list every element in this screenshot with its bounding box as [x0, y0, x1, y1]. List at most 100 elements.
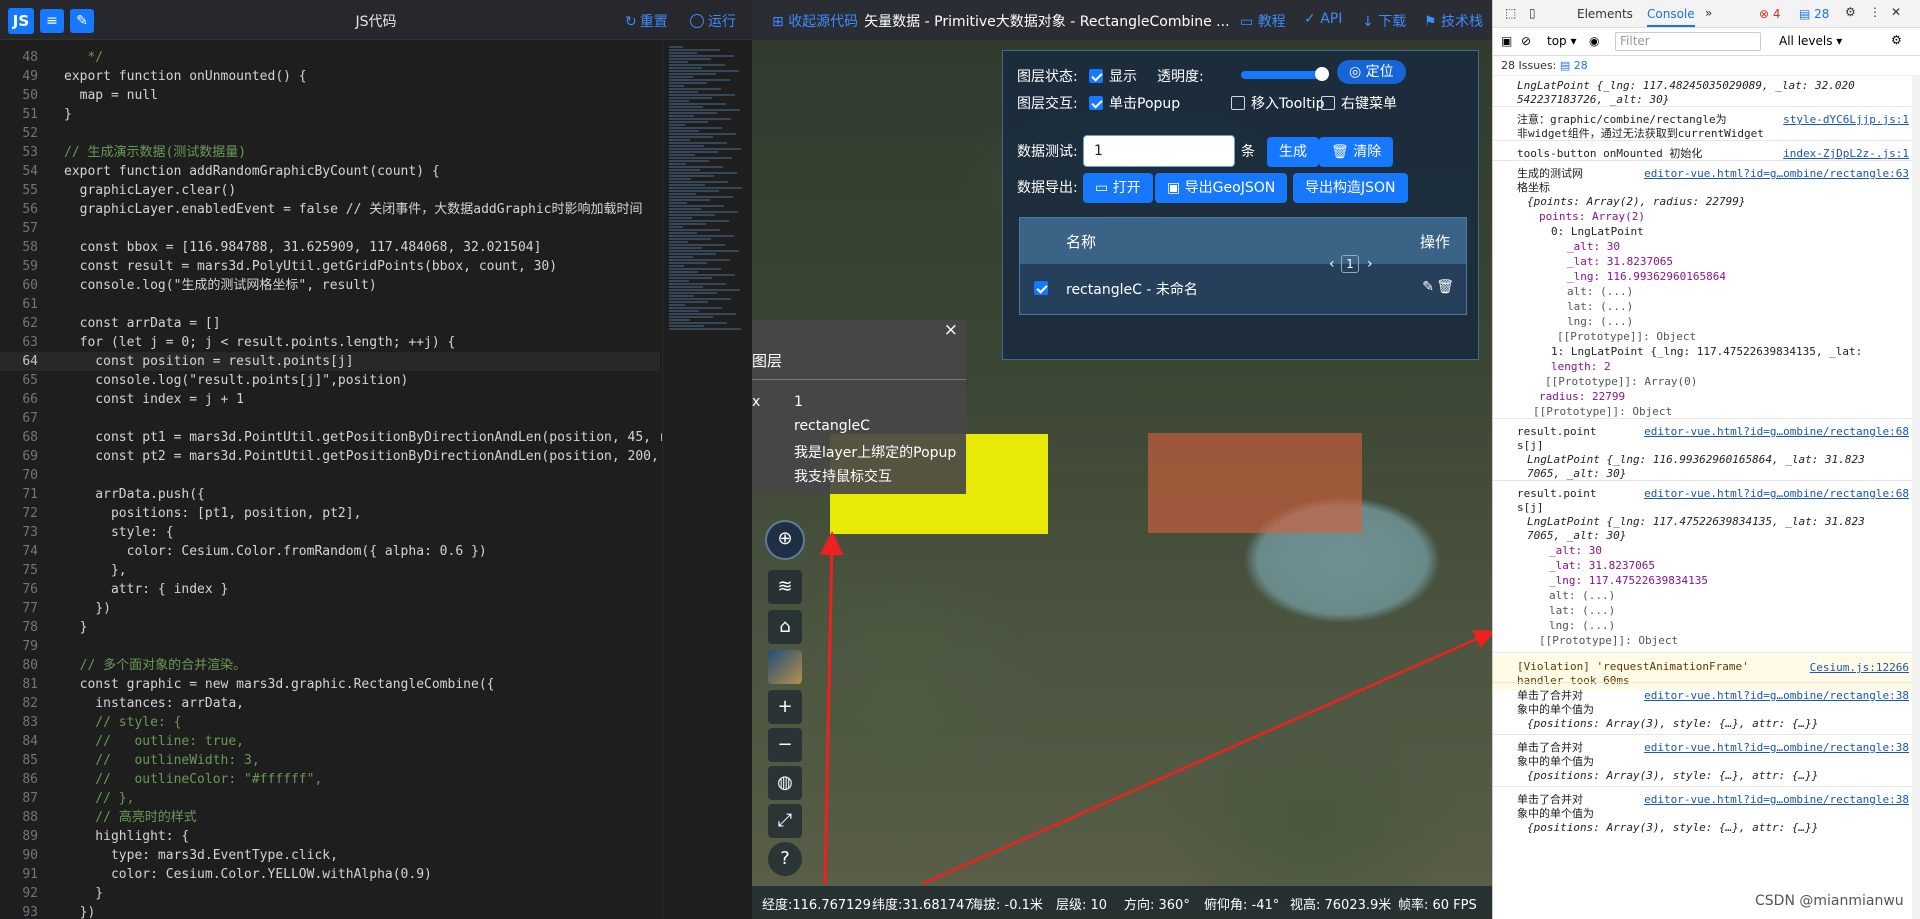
- console-source-link[interactable]: editor-vue.html?id=g…ombine/rectangle:68: [1644, 424, 1909, 439]
- run-button[interactable]: 运行: [690, 11, 736, 31]
- edit-icon[interactable]: ✎: [1422, 279, 1434, 295]
- code-line[interactable]: 93 }): [0, 903, 660, 919]
- code-line[interactable]: 55 graphicLayer.clear(): [0, 181, 660, 200]
- locate-button[interactable]: ◎ 定位: [1337, 60, 1406, 84]
- code-line[interactable]: 58 const bbox = [116.984788, 31.625909, …: [0, 238, 660, 257]
- opacity-slider[interactable]: [1241, 71, 1325, 79]
- console-output[interactable]: [Violation] 'requestAnimationFrame' hand…: [1493, 76, 1913, 919]
- next-page-icon[interactable]: ›: [1367, 256, 1373, 272]
- code-line[interactable]: 66 const index = j + 1: [0, 390, 660, 409]
- code-line[interactable]: 85 // outlineWidth: 3,: [0, 751, 660, 770]
- code-line[interactable]: 90 type: mars3d.EventType.click,: [0, 846, 660, 865]
- tutorial-link[interactable]: ▭ 教程: [1240, 11, 1286, 31]
- issues-bar[interactable]: 28 Issues: ▤ 28: [1493, 56, 1920, 76]
- code-line[interactable]: 92 }: [0, 884, 660, 903]
- open-button[interactable]: ▭ 打开: [1083, 173, 1153, 203]
- code-line[interactable]: 82 instances: arrData,: [0, 694, 660, 713]
- generate-button[interactable]: 生成: [1267, 137, 1319, 167]
- click-popup-checkbox[interactable]: 单击Popup: [1089, 91, 1180, 117]
- device-icon[interactable]: ▯: [1529, 6, 1536, 20]
- code-line[interactable]: 60 console.log("生成的测试网格坐标", result): [0, 276, 660, 295]
- right-menu-checkbox[interactable]: 右键菜单: [1321, 91, 1397, 117]
- compass-icon[interactable]: ⊕: [765, 520, 805, 560]
- context-select[interactable]: top ▾: [1547, 34, 1577, 48]
- code-line[interactable]: 87 // },: [0, 789, 660, 808]
- code-line[interactable]: 88 // 高亮时的样式: [0, 808, 660, 827]
- row-checkbox[interactable]: [1034, 281, 1048, 295]
- code-line[interactable]: 50 map = null: [0, 86, 660, 105]
- code-line[interactable]: 67: [0, 409, 660, 428]
- console-source-link[interactable]: Cesium.js:12266: [1810, 660, 1909, 675]
- code-line[interactable]: 91 color: Cesium.Color.YELLOW.withAlpha(…: [0, 865, 660, 884]
- inspect-icon[interactable]: ⬚: [1505, 6, 1516, 20]
- fullscreen-icon[interactable]: ⤢: [768, 804, 802, 838]
- close-icon[interactable]: ×: [944, 320, 958, 340]
- code-line[interactable]: 62 const arrData = []: [0, 314, 660, 333]
- tab-console[interactable]: Console: [1647, 7, 1695, 27]
- console-source-link[interactable]: editor-vue.html?id=g…ombine/rectangle:68: [1644, 486, 1909, 501]
- globe-icon[interactable]: ◍: [768, 766, 802, 800]
- download-link[interactable]: ↓ 下载: [1362, 11, 1406, 31]
- code-line[interactable]: 75 },: [0, 561, 660, 580]
- code-line[interactable]: 71 arrData.push({: [0, 485, 660, 504]
- console-source-link[interactable]: style-dYC6Ljjp.js:1: [1783, 112, 1909, 127]
- code-line[interactable]: 70: [0, 466, 660, 485]
- eye-icon[interactable]: ◉: [1589, 34, 1599, 48]
- layers-icon[interactable]: ≋: [768, 570, 802, 604]
- code-area[interactable]: 48 */ 49 export function onUnmounted() {50…: [0, 40, 674, 919]
- console-scrollbar[interactable]: [1912, 76, 1920, 919]
- help-icon[interactable]: ?: [768, 842, 802, 876]
- filter-input[interactable]: Filter: [1615, 32, 1761, 51]
- code-line[interactable]: 83 // style: {: [0, 713, 660, 732]
- code-line[interactable]: 53 // 生成演示数据(测试数据量): [0, 143, 660, 162]
- log-levels-select[interactable]: All levels ▾: [1779, 34, 1842, 48]
- sidebar-icon[interactable]: ▣: [1501, 34, 1512, 48]
- map-view[interactable]: ⊞ 收起源代码 矢量数据 - Primitive大数据对象 - Rectangle…: [752, 0, 1492, 919]
- zoom-out-icon[interactable]: −: [768, 728, 802, 762]
- clear-console-icon[interactable]: ⊘: [1521, 34, 1531, 48]
- code-minimap[interactable]: [662, 40, 752, 919]
- clear-button[interactable]: 🗑 清除: [1319, 137, 1394, 167]
- delete-icon[interactable]: 🗑: [1436, 279, 1454, 295]
- code-line[interactable]: 59 const result = mars3d.PolyUtil.getGri…: [0, 257, 660, 276]
- console-source-link[interactable]: index-ZjDpL2z-.js:1: [1783, 146, 1909, 161]
- show-checkbox[interactable]: 显示: [1089, 64, 1137, 90]
- export-geojson-button[interactable]: ▣ 导出GeoJSON: [1155, 173, 1288, 203]
- code-line[interactable]: 65 console.log("result.points[j]",positi…: [0, 371, 660, 390]
- error-count[interactable]: ⊗ 4: [1759, 7, 1781, 21]
- basemap-icon[interactable]: [768, 650, 802, 684]
- code-line[interactable]: 68 const pt1 = mars3d.PointUtil.getPosit…: [0, 428, 666, 447]
- code-line[interactable]: 54 export function addRandomGraphicByCoun…: [0, 162, 660, 181]
- code-line[interactable]: 57: [0, 219, 660, 238]
- prev-page-icon[interactable]: ‹: [1329, 256, 1335, 272]
- tech-stack-link[interactable]: ⚑ 技术栈: [1424, 11, 1483, 31]
- code-line[interactable]: 79: [0, 637, 660, 656]
- gear-icon[interactable]: ⚙: [1845, 5, 1856, 19]
- export-construct-json-button[interactable]: 导出构造JSON: [1293, 173, 1408, 203]
- code-line[interactable]: 56 graphicLayer.enabledEvent = false // …: [0, 200, 660, 219]
- hover-tooltip-checkbox[interactable]: 移入Tooltip: [1231, 91, 1324, 117]
- zoom-in-icon[interactable]: +: [768, 690, 802, 724]
- count-input[interactable]: 1: [1083, 135, 1235, 167]
- opacity-slider-handle[interactable]: [1315, 67, 1329, 81]
- code-line[interactable]: 80 // 多个面对象的合并渲染。: [0, 656, 660, 675]
- console-source-link[interactable]: editor-vue.html?id=g…ombine/rectangle:63: [1644, 166, 1909, 181]
- code-line[interactable]: 86 // outlineColor: "#ffffff",: [0, 770, 660, 789]
- code-line[interactable]: 77 }): [0, 599, 660, 618]
- code-line[interactable]: 72 positions: [pt1, position, pt2],: [0, 504, 660, 523]
- code-line[interactable]: 64 const position = result.points[j]: [0, 352, 660, 371]
- code-line[interactable]: 49 export function onUnmounted() {: [0, 67, 660, 86]
- table-row[interactable]: rectangleC - 未命名 ✎ 🗑: [1020, 264, 1466, 314]
- console-source-link[interactable]: editor-vue.html?id=g…ombine/rectangle:38: [1644, 740, 1909, 755]
- code-line[interactable]: 48 */: [0, 48, 660, 67]
- reset-button[interactable]: ↻ 重置: [625, 11, 668, 31]
- close-icon[interactable]: ✕: [1891, 5, 1901, 19]
- console-settings-icon[interactable]: ⚙: [1891, 33, 1902, 47]
- code-line[interactable]: 63 for (let j = 0; j < result.points.len…: [0, 333, 660, 352]
- code-line[interactable]: 61: [0, 295, 660, 314]
- collapse-source-link[interactable]: 收起源代码: [788, 14, 858, 30]
- more-icon[interactable]: ⋮: [1869, 5, 1881, 19]
- code-line[interactable]: 76 attr: { index }: [0, 580, 660, 599]
- code-line[interactable]: 81 const graphic = new mars3d.graphic.Re…: [0, 675, 660, 694]
- warning-count[interactable]: ▤ 28: [1799, 7, 1829, 21]
